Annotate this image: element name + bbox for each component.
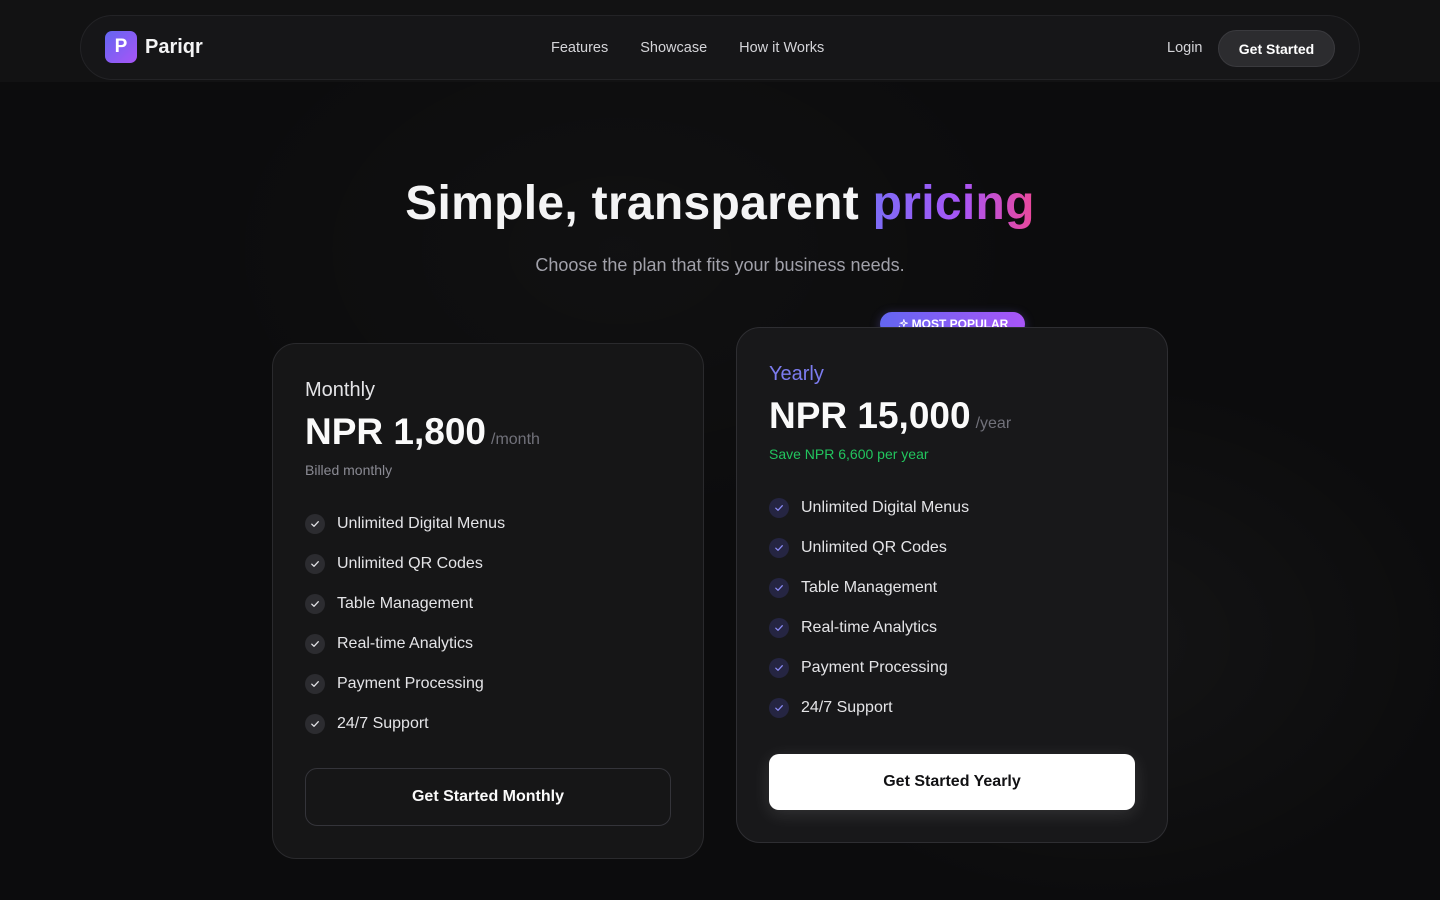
check-icon: [305, 514, 325, 534]
page-subtitle: Choose the plan that fits your business …: [535, 255, 905, 275]
feature-item: Unlimited QR Codes: [769, 528, 969, 568]
check-icon: [305, 714, 325, 734]
background-glow: [0, 0, 1440, 900]
check-icon: [305, 554, 325, 574]
feature-item: Payment Processing: [305, 664, 505, 704]
feature-item: Table Management: [769, 568, 969, 608]
billing-note: Billed monthly: [305, 462, 393, 478]
feature-list: Unlimited Digital Menus Unlimited QR Cod…: [305, 504, 505, 744]
feature-item: Unlimited Digital Menus: [305, 504, 505, 544]
feature-label: Unlimited QR Codes: [337, 555, 483, 572]
feature-item: Unlimited Digital Menus: [769, 488, 969, 528]
page-title-text: Simple, transparent: [405, 177, 873, 230]
check-icon: [769, 498, 789, 518]
plan-period: /year: [975, 415, 1012, 432]
page-title-highlight: pricing: [872, 177, 1035, 230]
plan-price: NPR 1,800: [305, 411, 486, 452]
check-icon: [769, 698, 789, 718]
feature-item: Unlimited QR Codes: [305, 544, 505, 584]
feature-label: 24/7 Support: [801, 699, 893, 716]
check-icon: [769, 578, 789, 598]
plan-card-yearly: Yearly NPR 15,000 /year Save NPR 6,600 p…: [736, 327, 1168, 843]
feature-label: Unlimited Digital Menus: [801, 499, 970, 516]
feature-label: Unlimited Digital Menus: [337, 515, 506, 532]
feature-label: Table Management: [801, 579, 938, 596]
feature-label: Payment Processing: [337, 675, 484, 692]
nav-link-features[interactable]: Features: [551, 40, 608, 56]
check-icon: [305, 674, 325, 694]
check-icon: [305, 594, 325, 614]
price-row: NPR 1,800 /month: [305, 411, 540, 453]
login-link[interactable]: Login: [1167, 40, 1202, 56]
nav-link-how-it-works[interactable]: How it Works: [739, 40, 824, 56]
feature-label: Real-time Analytics: [801, 619, 938, 636]
feature-item: Real-time Analytics: [305, 624, 505, 664]
feature-list: Unlimited Digital Menus Unlimited QR Cod…: [769, 488, 969, 728]
get-started-yearly-button[interactable]: Get Started Yearly: [769, 754, 1135, 810]
check-icon: [769, 658, 789, 678]
feature-item: 24/7 Support: [305, 704, 505, 744]
get-started-button[interactable]: Get Started: [1218, 30, 1335, 67]
nav-link-showcase[interactable]: Showcase: [640, 40, 707, 56]
feature-item: Payment Processing: [769, 648, 969, 688]
logo-mark: P: [105, 31, 137, 63]
feature-label: Payment Processing: [801, 659, 948, 676]
page-title: Simple, transparent pricing: [0, 176, 1440, 231]
nav-links: Features Showcase How it Works: [551, 40, 856, 56]
feature-label: Table Management: [337, 595, 474, 612]
feature-label: Real-time Analytics: [337, 635, 474, 652]
check-icon: [305, 634, 325, 654]
plan-card-monthly: Monthly NPR 1,800 /month Billed monthly …: [272, 343, 704, 859]
feature-item: 24/7 Support: [769, 688, 969, 728]
check-icon: [769, 618, 789, 638]
feature-label: 24/7 Support: [337, 715, 429, 732]
plan-name: Monthly: [305, 379, 376, 401]
feature-item: Real-time Analytics: [769, 608, 969, 648]
brand-name: Pariqr: [145, 35, 203, 58]
check-icon: [769, 538, 789, 558]
plan-name: Yearly: [769, 363, 824, 385]
get-started-monthly-button[interactable]: Get Started Monthly: [305, 768, 671, 826]
feature-item: Table Management: [305, 584, 505, 624]
navbar: P Pariqr Features Showcase How it Works …: [80, 15, 1360, 80]
plan-period: /month: [491, 431, 540, 448]
plan-price: NPR 15,000: [769, 395, 971, 436]
brand-logo[interactable]: P Pariqr: [105, 31, 203, 63]
price-row: NPR 15,000 /year: [769, 395, 1011, 437]
savings-note: Save NPR 6,600 per year: [769, 446, 929, 462]
feature-label: Unlimited QR Codes: [801, 539, 947, 556]
